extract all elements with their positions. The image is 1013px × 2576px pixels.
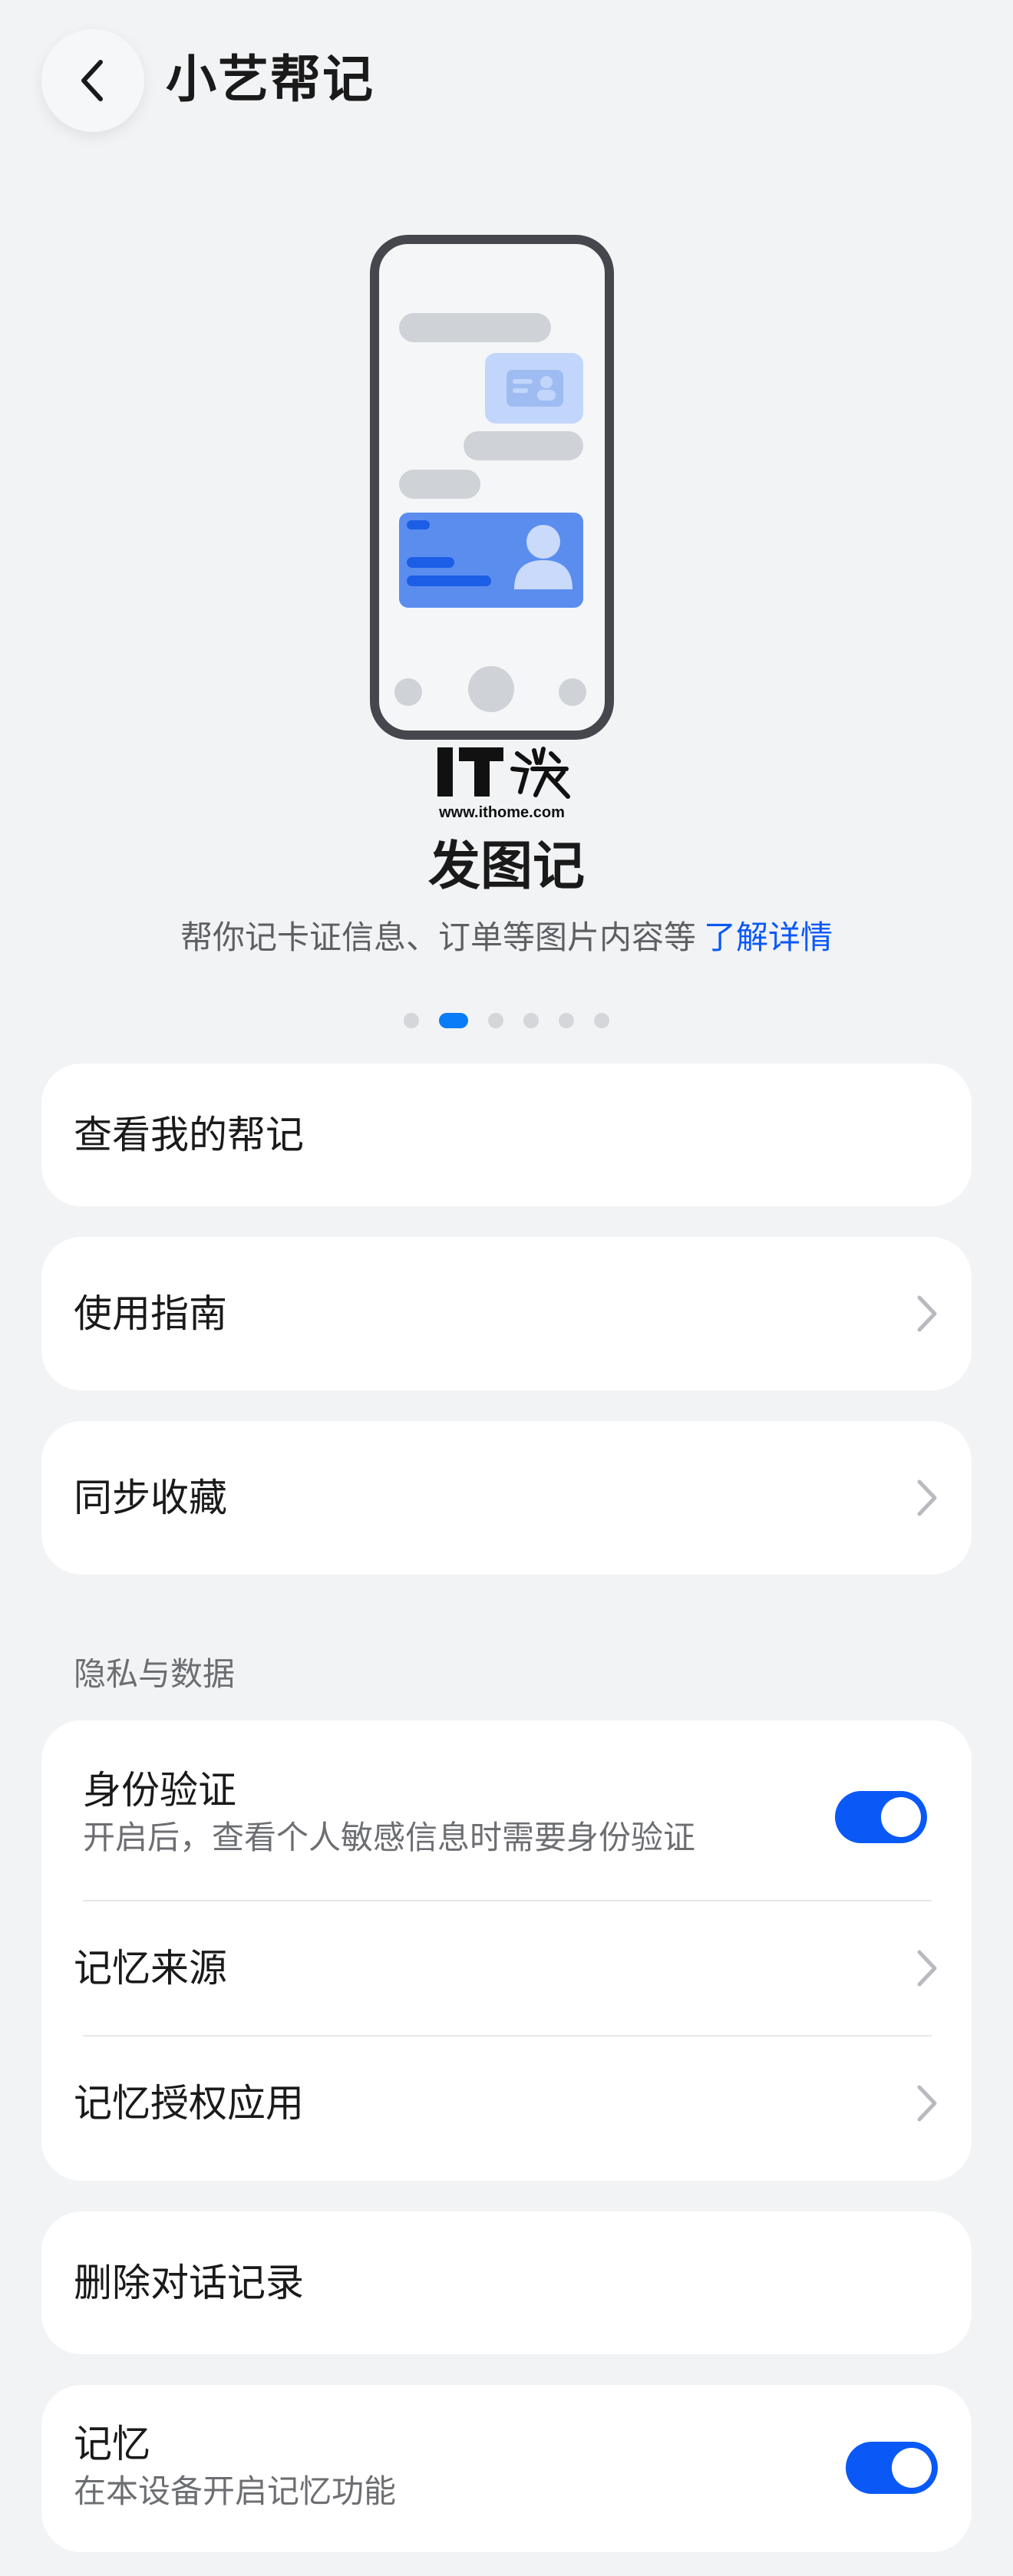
ithome-watermark-logo <box>437 747 570 799</box>
page-dot-active[interactable] <box>439 1013 468 1028</box>
back-button[interactable] <box>41 29 144 132</box>
delete-history-row[interactable]: 删除对话记录 <box>41 2212 972 2354</box>
page-dot[interactable] <box>594 1013 609 1028</box>
chevron-right-icon <box>917 2085 937 2122</box>
memory-toggle[interactable] <box>846 2442 938 2494</box>
toggle-knob <box>892 2448 932 2488</box>
chevron-right-icon <box>917 1295 937 1332</box>
sync-favorites-label: 同步收藏 <box>74 1476 227 1520</box>
memory-source-row[interactable]: 记忆来源 <box>41 1901 972 2035</box>
feature-description: 帮你记卡证信息、订单等图片内容等 了解详情 <box>0 915 1013 961</box>
chevron-right-icon <box>917 1950 937 1987</box>
memory-label: 记忆 <box>74 2422 150 2466</box>
identity-verification-description: 开启后，查看个人敏感信息时需要身份验证 <box>83 1819 696 1856</box>
page-indicator <box>0 1013 1013 1028</box>
phone-illustration <box>370 235 614 740</box>
identity-verification-toggle[interactable] <box>835 1791 927 1843</box>
sync-favorites-row[interactable]: 同步收藏 <box>41 1421 972 1575</box>
privacy-section-header: 隐私与数据 <box>74 1655 236 1693</box>
chevron-right-icon <box>917 1479 937 1516</box>
memory-description: 在本设备开启记忆功能 <box>74 2472 397 2510</box>
learn-more-link[interactable]: 了解详情 <box>704 919 833 956</box>
page-dot[interactable] <box>488 1013 503 1028</box>
privacy-card: 身份验证 开启后，查看个人敏感信息时需要身份验证 记忆来源 记忆授权应用 <box>41 1720 972 2181</box>
page-dot[interactable] <box>404 1013 419 1028</box>
feature-title: 发图记 <box>427 836 585 897</box>
memory-authorized-apps-row[interactable]: 记忆授权应用 <box>41 2037 972 2181</box>
delete-history-card: 删除对话记录 <box>41 2212 972 2354</box>
page-title: 小艺帮记 <box>166 50 375 109</box>
guide-card: 使用指南 <box>41 1237 972 1390</box>
chevron-left-icon <box>81 60 103 101</box>
page-dot[interactable] <box>523 1013 539 1028</box>
view-notes-row[interactable]: 查看我的帮记 <box>41 1064 972 1206</box>
identity-verification-label: 身份验证 <box>83 1768 236 1812</box>
memory-row: 记忆 在本设备开启记忆功能 <box>41 2385 972 2552</box>
delete-history-label: 删除对话记录 <box>74 2261 304 2305</box>
identity-verification-row: 身份验证 开启后，查看个人敏感信息时需要身份验证 <box>41 1720 972 1900</box>
view-notes-card: 查看我的帮记 <box>41 1064 972 1206</box>
memory-source-label: 记忆来源 <box>74 1946 227 1991</box>
guide-row[interactable]: 使用指南 <box>41 1237 972 1390</box>
guide-label: 使用指南 <box>74 1291 227 1336</box>
toggle-knob <box>881 1797 921 1837</box>
ithome-watermark-url: www.ithome.com <box>439 804 565 821</box>
memory-card: 记忆 在本设备开启记忆功能 <box>41 2385 972 2552</box>
feature-description-text: 帮你记卡证信息、订单等图片内容等 <box>180 919 696 956</box>
page-dot[interactable] <box>559 1013 574 1028</box>
view-notes-label: 查看我的帮记 <box>74 1113 304 1157</box>
sync-favorites-card: 同步收藏 <box>41 1421 972 1575</box>
memory-authorized-apps-label: 记忆授权应用 <box>74 2081 304 2126</box>
